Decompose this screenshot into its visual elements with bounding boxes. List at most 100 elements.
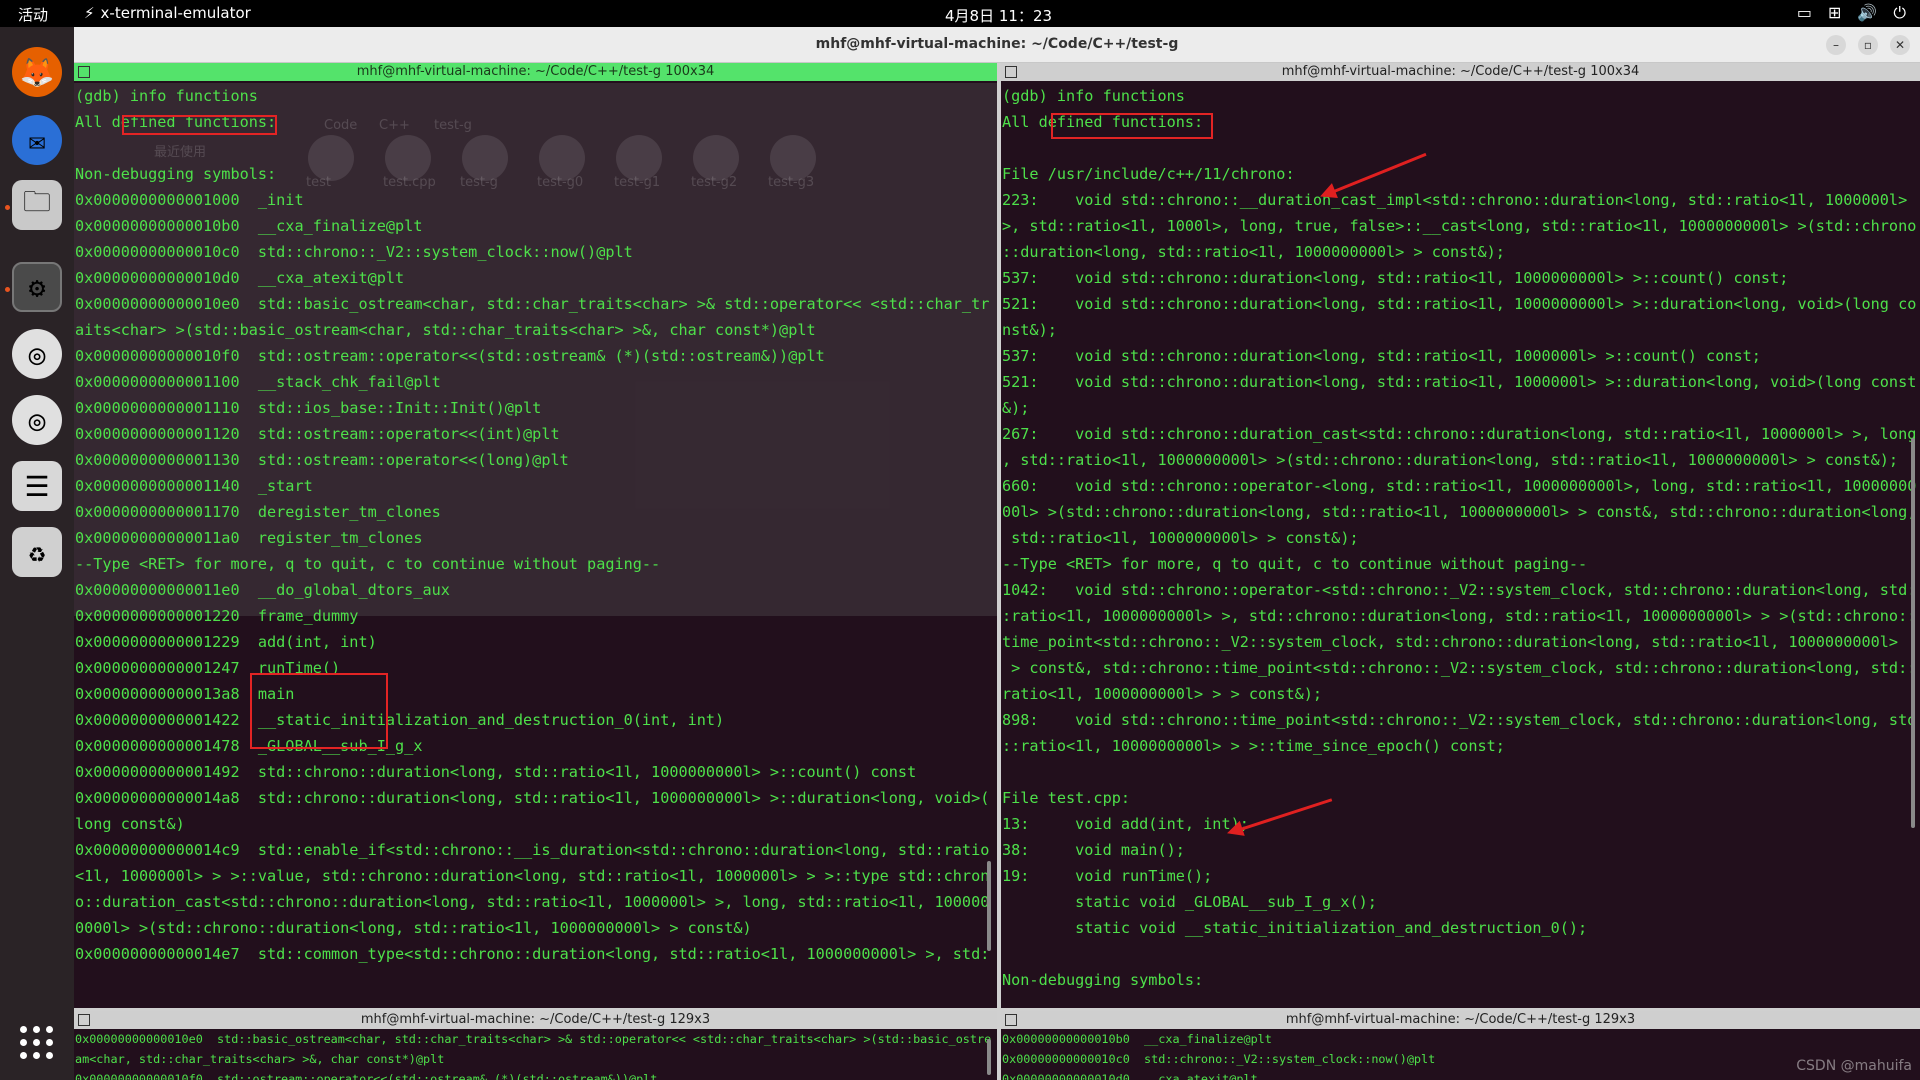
- terminal-line: 521: void std::chrono::duration<long, st…: [1002, 295, 1917, 313]
- terminal-line: 0x0000000000001422 __static_initializati…: [75, 711, 725, 729]
- maximize-button[interactable]: ▫: [1858, 35, 1878, 55]
- terminal-line: 0x0000000000001100 __stack_chk_fail@plt: [75, 373, 441, 391]
- power-icon[interactable]: ⏻: [1893, 3, 1906, 23]
- terminal-line: nst&);: [1002, 321, 1057, 339]
- terminal-line: --Type <RET> for more, q to quit, c to c…: [1002, 555, 1588, 573]
- pane-title-top-right[interactable]: mhf@mhf-virtual-machine: ~/Code/C++/test…: [1001, 63, 1920, 81]
- files-icon[interactable]: 🗀: [12, 180, 62, 230]
- terminal-line: 1042: void std::chrono::operator-<std::c…: [1002, 581, 1917, 599]
- terminal-line: File /usr/include/c++/11/chrono:: [1002, 165, 1295, 183]
- terminal-line: static void __static_initialization_and_…: [1002, 919, 1588, 937]
- terminal-output[interactable]: 0x00000000000010e0 std::basic_ostream<ch…: [74, 1029, 997, 1080]
- terminal-line: <1l, 1000000l> > >::value, std::chrono::…: [75, 867, 990, 885]
- terminal-line: 0x0000000000001000 _init: [75, 191, 304, 209]
- terminal-line: long const&): [75, 815, 185, 833]
- terminal-line: 0x00000000000010f0 std::ostream::operato…: [75, 347, 825, 365]
- text-editor-icon[interactable]: ☰: [12, 461, 62, 511]
- pane-menu-icon[interactable]: [1005, 1014, 1017, 1026]
- ghost-file-label: test-g3: [768, 175, 815, 190]
- terminal-line: 0x00000000000010c0 std::chrono::_V2::sys…: [75, 243, 633, 261]
- terminal-pane-top-right[interactable]: mhf@mhf-virtual-machine: ~/Code/C++/test…: [1001, 63, 1920, 1008]
- settings-icon[interactable]: ⚙: [12, 262, 62, 312]
- ghost-file-label: test: [306, 175, 331, 190]
- terminal-line: 0x00000000000010d0 __cxa_atexit@plt: [75, 269, 405, 287]
- highlight-command-box: [1051, 113, 1213, 139]
- terminal-line: ratio<1l, 1000000000l> > > const&);: [1002, 685, 1323, 703]
- terminal-line: 0x00000000000010e0 std::basic_ostream<ch…: [75, 1032, 992, 1046]
- terminal-line: 223: void std::chrono::__duration_cast_i…: [1002, 191, 1908, 209]
- terminal-line: 537: void std::chrono::duration<long, st…: [1002, 347, 1761, 365]
- trash-icon[interactable]: ♻: [12, 527, 62, 577]
- window-title: mhf@mhf-virtual-machine: ~/Code/C++/test…: [815, 36, 1179, 52]
- terminal-line: 660: void std::chrono::operator-<long, s…: [1002, 477, 1917, 495]
- pane-title-bottom-right[interactable]: mhf@mhf-virtual-machine: ~/Code/C++/test…: [1001, 1011, 1920, 1029]
- pane-title-top-left[interactable]: mhf@mhf-virtual-machine: ~/Code/C++/test…: [74, 63, 997, 81]
- network-icon[interactable]: ⊞: [1828, 3, 1841, 23]
- terminal-line: static void _GLOBAL__sub_I_g_x();: [1002, 893, 1377, 911]
- terminal-line: 0x00000000000010d0 __cxa_atexit@plt: [1002, 1072, 1258, 1080]
- scrollbar[interactable]: [1911, 438, 1915, 828]
- terminal-line: >, std::ratio<1l, 1000l>, long, true, fa…: [1002, 217, 1917, 235]
- pane-menu-icon[interactable]: [78, 1014, 90, 1026]
- ghost-file-label: test.cpp: [383, 175, 436, 190]
- volume-icon[interactable]: 🔊: [1857, 3, 1877, 23]
- window-headerbar[interactable]: mhf@mhf-virtual-machine: ~/Code/C++/test…: [74, 27, 1920, 63]
- thunderbird-icon[interactable]: ✉: [12, 115, 62, 165]
- scrollbar[interactable]: [987, 1039, 991, 1075]
- terminal-line: 0x00000000000013a8 main: [75, 685, 295, 703]
- terminal-output[interactable]: (gdb) info functions All defined function…: [1001, 83, 1920, 1008]
- ghost-file-label: test-g2: [691, 175, 738, 190]
- terminal-line: Non-debugging symbols:: [1002, 971, 1204, 989]
- terminal-line: 0x00000000000010f0 std::ostream::operato…: [75, 1072, 658, 1080]
- disc-icon-2[interactable]: ◎: [12, 395, 62, 445]
- terminal-line: (gdb) info functions: [75, 87, 258, 105]
- pane-menu-icon[interactable]: [78, 66, 90, 78]
- terminal-line: 0x00000000000011e0 __do_global_dtors_aux: [75, 581, 450, 599]
- terminal-line: Non-debugging symbols:: [75, 165, 277, 183]
- terminal-line: 0x00000000000014c9 std::enable_if<std::c…: [75, 841, 990, 859]
- terminal-line: 898: void std::chrono::time_point<std::c…: [1002, 711, 1917, 729]
- close-button[interactable]: ✕: [1890, 35, 1910, 55]
- highlight-command-box: [122, 115, 277, 135]
- minimize-button[interactable]: –: [1826, 35, 1846, 55]
- ghost-file-label: test-g1: [614, 175, 661, 190]
- keyboard-icon[interactable]: ▭: [1797, 3, 1812, 23]
- dock: 🦊 ✉ 🗀 ⚙ ◎ ◎ ☰ ♻: [0, 27, 74, 1080]
- pane-title-bottom-left[interactable]: mhf@mhf-virtual-machine: ~/Code/C++/test…: [74, 1011, 997, 1029]
- terminal-pane-bottom-right[interactable]: mhf@mhf-virtual-machine: ~/Code/C++/test…: [1001, 1011, 1920, 1080]
- terminal-app-icon: ⚡: [84, 4, 95, 22]
- app-menu[interactable]: ⚡ x-terminal-emulator: [84, 4, 251, 22]
- terminal-line: 0x00000000000014a8 std::chrono::duration…: [75, 789, 990, 807]
- app-name: x-terminal-emulator: [100, 4, 251, 22]
- terminal-line: ::duration<long, std::ratio<1l, 10000000…: [1002, 243, 1505, 261]
- watermark: CSDN @mahuifa: [1796, 1058, 1912, 1074]
- terminal-line: 0x00000000000010c0 std::chrono::_V2::sys…: [1002, 1052, 1436, 1066]
- top-bar: 活动 ⚡ x-terminal-emulator 4月8日 11：23 ▭ ⊞ …: [0, 0, 1920, 27]
- terminal-line: :ratio<1l, 1000000000l> >, std::chrono::…: [1002, 607, 1917, 625]
- ghost-breadcrumb-item: test-g: [434, 118, 472, 133]
- activities-button[interactable]: 活动: [18, 4, 48, 25]
- terminal-window: mhf@mhf-virtual-machine: ~/Code/C++/test…: [74, 27, 1920, 1080]
- terminal-line: 0x0000000000001130 std::ostream::operato…: [75, 451, 569, 469]
- terminal-line: 0x00000000000011a0 register_tm_clones: [75, 529, 423, 547]
- scrollbar[interactable]: [987, 861, 991, 951]
- pane-menu-icon[interactable]: [1005, 66, 1017, 78]
- clock[interactable]: 4月8日 11：23: [945, 5, 1052, 26]
- terminal-line: 19: void runTime();: [1002, 867, 1213, 885]
- terminal-output[interactable]: (gdb) info functions All defined function…: [74, 83, 997, 1008]
- show-apps-icon[interactable]: [20, 1026, 54, 1060]
- terminal-output[interactable]: 0x00000000000010b0 __cxa_finalize@plt 0x0…: [1001, 1029, 1920, 1080]
- terminal-line: 0x0000000000001170 deregister_tm_clones: [75, 503, 441, 521]
- terminal-pane-bottom-left[interactable]: mhf@mhf-virtual-machine: ~/Code/C++/test…: [74, 1011, 997, 1080]
- terminal-line: File test.cpp:: [1002, 789, 1131, 807]
- ghost-recent-label: 最近使用: [154, 145, 207, 160]
- disc-icon[interactable]: ◎: [12, 329, 62, 379]
- terminal-line: 0000l> >(std::chrono::duration<long, std…: [75, 919, 752, 937]
- system-tray[interactable]: ▭ ⊞ 🔊 ⏻: [1797, 3, 1906, 23]
- terminal-pane-top-left[interactable]: mhf@mhf-virtual-machine: ~/Code/C++/test…: [74, 63, 997, 1008]
- terminal-line: 0x00000000000010e0 std::basic_ostream<ch…: [75, 295, 990, 313]
- terminal-line: 00l> >(std::chrono::duration<long, std::…: [1002, 503, 1917, 521]
- firefox-icon[interactable]: 🦊: [12, 47, 62, 97]
